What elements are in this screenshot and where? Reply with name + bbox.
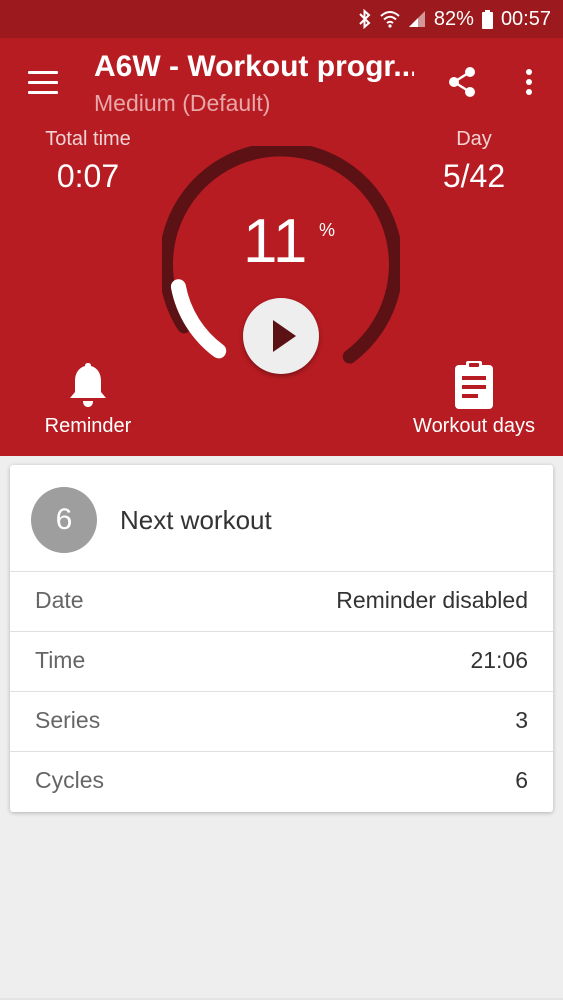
program-level-subtitle: Medium (Default): [94, 90, 271, 116]
bluetooth-icon: [359, 9, 371, 29]
progress-percent: 11: [243, 207, 308, 276]
next-workout-day-badge: 6: [31, 487, 97, 553]
play-icon: [273, 320, 296, 352]
status-time: 00:57: [500, 7, 551, 30]
workout-days-label: Workout days: [413, 415, 535, 437]
battery-percent: 82%: [433, 7, 474, 30]
total-time-value: 0:07: [56, 158, 120, 194]
app-title: A6W - Workout progr...: [94, 50, 414, 83]
menu-icon-line: [28, 91, 58, 94]
workout-header: A6W - Workout progr... Medium (Default) …: [0, 38, 563, 456]
cycles-row: Cycles 6: [10, 751, 553, 812]
day-label: Day: [456, 128, 492, 150]
clipboard-icon: [455, 361, 493, 409]
menu-icon-line: [28, 81, 58, 84]
signal-icon: [408, 11, 425, 27]
time-row: Time 21:06: [10, 631, 553, 692]
total-time-label: Total time: [45, 128, 131, 150]
series-label: Series: [35, 707, 101, 733]
status-bar: 82% 00:57: [0, 0, 563, 38]
date-label: Date: [35, 587, 84, 613]
workout-days-button[interactable]: Workout days: [410, 360, 538, 438]
share-icon: [449, 67, 475, 97]
next-workout-title: Next workout: [120, 505, 272, 535]
series-row: Series 3: [10, 691, 553, 752]
date-row: Date Reminder disabled: [10, 571, 553, 632]
cycles-value: 6: [515, 767, 528, 793]
next-workout-card[interactable]: 6 Next workout Date Reminder disabled Ti…: [10, 465, 553, 812]
day-value: 5/42: [442, 158, 506, 194]
date-value: Reminder disabled: [336, 587, 528, 613]
share-button[interactable]: [444, 64, 480, 100]
reminder-button[interactable]: Reminder: [28, 360, 148, 438]
bell-icon: [70, 363, 106, 407]
wifi-icon: [380, 11, 400, 28]
more-vert-icon: [526, 69, 532, 95]
start-workout-button[interactable]: [243, 298, 319, 374]
time-label: Time: [35, 647, 86, 673]
time-value: 21:06: [470, 647, 528, 673]
menu-icon: [28, 71, 58, 74]
more-options-button[interactable]: [514, 64, 544, 100]
status-icons: 82% 00:57: [358, 0, 551, 38]
progress-ring-fill: [170, 279, 227, 359]
battery-icon: [481, 9, 493, 29]
cycles-label: Cycles: [35, 767, 105, 793]
menu-button[interactable]: [24, 64, 64, 100]
reminder-label: Reminder: [44, 415, 132, 437]
progress-percent-sign: %: [319, 220, 336, 240]
series-value: 3: [515, 707, 528, 733]
